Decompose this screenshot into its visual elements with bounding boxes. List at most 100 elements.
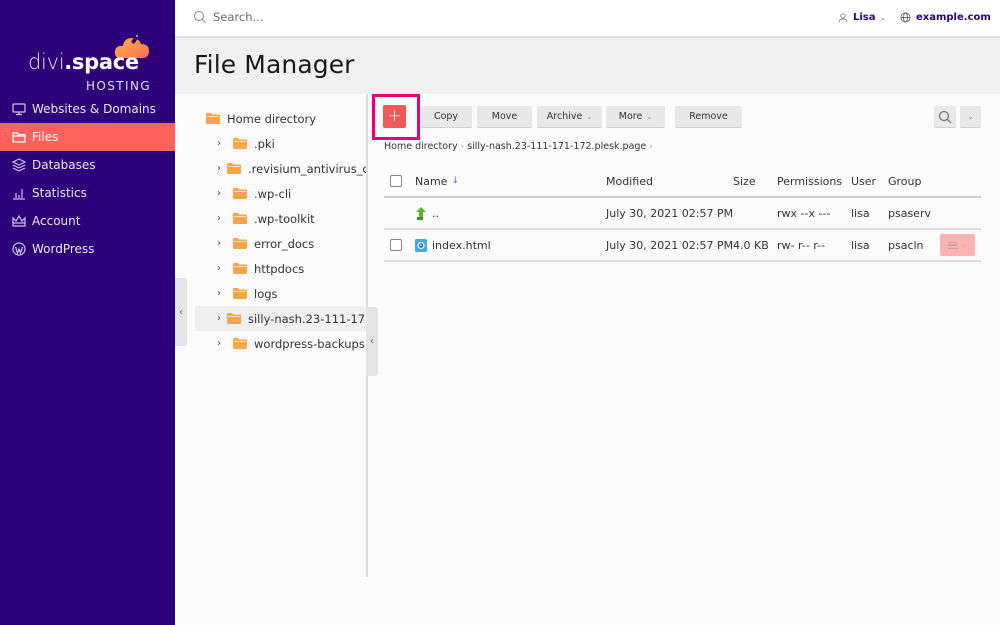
layers-icon [12,158,26,172]
tree-item-label: .revisium_antivirus_cache [248,161,367,176]
folder-icon [233,213,247,224]
chevron-right-icon[interactable]: › [217,313,221,324]
sidebar-collapse-handle[interactable]: ‹ [175,278,187,346]
row-actions-menu-button[interactable]: ⌄ [940,234,975,256]
folder-icon [206,113,220,124]
table-header: Name ↓ Modified Size Permissions User Gro… [384,166,981,198]
tree-item[interactable]: › wordpress-backups [195,331,367,356]
sort-arrow-icon: ↓ [451,176,459,186]
breadcrumb-item-home[interactable]: Home directory [384,141,458,152]
add-button[interactable]: + [383,105,406,128]
more-dropdown-button[interactable]: More ⌄ [606,106,665,128]
name-cell: .. [415,198,439,228]
file-toolbar: + Copy Move Archive ⌄ More ⌄ Remove ⌄ [372,94,995,140]
sidebar-item-account[interactable]: Account [0,207,175,235]
sidebar-item-websites-domains[interactable]: Websites & Domains [0,95,175,123]
sidebar-item-files[interactable]: Files [0,123,175,151]
chevron-right-icon[interactable]: › [217,238,227,249]
sidebar-item-statistics[interactable]: Statistics [0,179,175,207]
tree-collapse-handle[interactable]: ‹ [366,307,378,376]
tree-item-label: wordpress-backups [254,336,365,351]
chevron-right-icon[interactable]: › [217,288,227,299]
hamburger-icon [947,241,958,249]
search-icon [193,10,207,24]
tree-item[interactable]: › .pki [195,131,367,156]
column-header-user[interactable]: User [851,166,876,196]
sidebar-item-label: Websites & Domains [32,102,156,116]
tree-item-selected[interactable]: › silly-nash.23-111-171-172.plesk.page [195,306,367,331]
column-header-size[interactable]: Size [733,166,756,196]
brand-tagline: HOSTING [86,79,152,93]
chevron-right-icon[interactable]: › [217,188,227,199]
tree-item[interactable]: › httpdocs [195,256,367,281]
breadcrumb-item-current[interactable]: silly-nash.23-111-171-172.plesk.page [467,141,646,152]
permissions-cell[interactable]: rwx --x --- [777,198,830,228]
bar-chart-icon [12,186,26,200]
sidebar-item-label: Statistics [32,186,87,200]
user-menu[interactable]: Lisa ⌄ [838,12,886,23]
table-row-parent[interactable]: .. July 30, 2021 02:57 PM rwx --x --- li… [384,198,981,230]
chevron-down-icon: ⌄ [646,112,653,121]
file-name-link[interactable]: index.html [432,239,491,252]
monitor-icon [12,102,26,116]
domain-selector[interactable]: example.com [900,12,991,23]
remove-button-label: Remove [689,111,728,122]
group-cell: psaserv [888,206,931,220]
sidebar-item-databases[interactable]: Databases [0,151,175,179]
tree-item[interactable]: › .wp-toolkit [195,206,367,231]
archive-button-label: Archive [546,111,583,122]
more-button-label: More [618,111,643,122]
archive-dropdown-button[interactable]: Archive ⌄ [537,106,602,128]
table-row[interactable]: index.html July 30, 2021 02:57 PM 4.0 KB… [384,230,981,262]
folder-icon [233,263,247,274]
search-options-dropdown[interactable]: ⌄ [960,106,981,128]
user-cell: lisa [851,238,870,252]
column-header-name[interactable]: Name ↓ [415,166,459,196]
remove-button[interactable]: Remove [675,106,742,128]
column-header-group[interactable]: Group [888,166,922,196]
move-button[interactable]: Move [477,106,532,128]
permissions-cell[interactable]: rw- r-- r-- [777,230,825,260]
sidebar-item-label: Databases [32,158,96,172]
logo[interactable]: divi.space HOSTING [28,22,158,93]
copy-button[interactable]: Copy [420,106,472,128]
chevron-left-icon: ‹ [370,336,374,347]
tree-item-home-directory[interactable]: Home directory [195,106,367,131]
file-manager-content: ‹ Home directory › .pki › .revisium_anti… [175,94,1000,625]
column-header-permissions[interactable]: Permissions [777,166,842,196]
chevron-right-icon[interactable]: › [217,213,227,224]
move-button-label: Move [491,111,518,122]
folder-icon [233,338,247,349]
top-bar: Lisa ⌄ example.com [175,0,1000,38]
tree-item-label: .pki [254,136,275,151]
sidebar-nav: Websites & Domains Files Databases Stati… [0,95,175,263]
html-file-icon [415,238,427,252]
sidebar: divi.space HOSTING Websites & Domains Fi… [0,0,175,625]
tree-item[interactable]: › .wp-cli [195,181,367,206]
tree-item[interactable]: › logs [195,281,367,306]
crown-icon [12,214,26,228]
group-cell: psacln [888,238,924,252]
global-search [193,10,413,24]
tree-item[interactable]: › .revisium_antivirus_cache [195,156,367,181]
select-all-checkbox[interactable] [390,175,402,187]
chevron-right-icon[interactable]: › [217,263,227,274]
brand-name-bold: .space [64,50,139,74]
row-checkbox[interactable] [390,239,402,251]
brand-name-light: divi [28,50,65,74]
chevron-right-icon[interactable]: › [217,163,221,174]
wordpress-icon [12,242,26,256]
tree-item[interactable]: › error_docs [195,231,367,256]
file-name-link[interactable]: .. [432,207,439,220]
search-input[interactable] [213,10,413,24]
search-icon [938,110,952,123]
sidebar-item-wordpress[interactable]: WordPress [0,235,175,263]
chevron-right-icon[interactable]: › [217,338,227,349]
file-search-button[interactable] [934,106,956,128]
column-header-modified[interactable]: Modified [606,166,653,196]
chevron-right-icon[interactable]: › [217,138,227,149]
brand-wordmark: divi.space [28,50,139,74]
folder-icon [227,163,241,174]
user-cell: lisa [851,206,870,220]
page-title: File Manager [194,50,355,79]
